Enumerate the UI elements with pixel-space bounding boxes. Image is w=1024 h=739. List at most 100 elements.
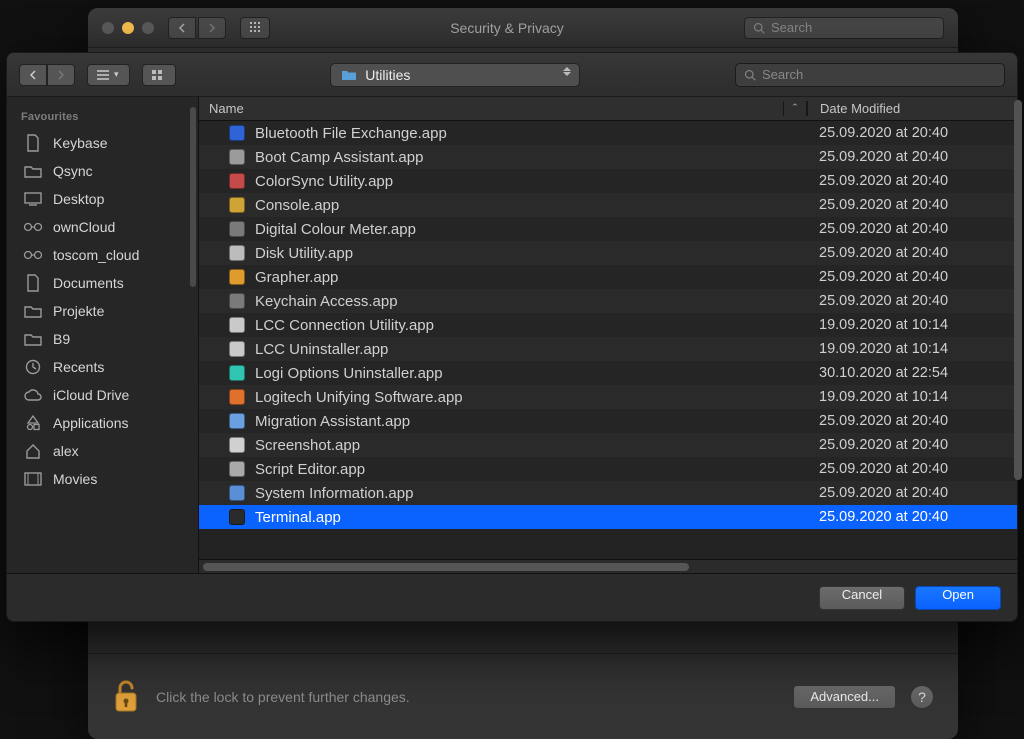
sidebar-item-label: Recents <box>53 359 104 375</box>
view-mode-select[interactable]: ▾ <box>87 64 130 86</box>
clock-icon <box>23 359 43 375</box>
app-icon <box>229 317 245 333</box>
file-row[interactable]: Keychain Access.app25.09.2020 at 20:40 <box>199 289 1017 313</box>
lock-open-icon[interactable] <box>112 679 140 715</box>
group-by-button[interactable] <box>142 64 176 86</box>
file-name: Migration Assistant.app <box>255 413 410 430</box>
sidebar-item-toscom-cloud[interactable]: toscom_cloud <box>17 241 196 269</box>
file-row[interactable]: Boot Camp Assistant.app25.09.2020 at 20:… <box>199 145 1017 169</box>
parent-titlebar: Security & Privacy Search <box>88 8 958 48</box>
open-button[interactable]: Open <box>915 586 1001 610</box>
sort-indicator[interactable]: ˆ <box>783 101 807 116</box>
file-row[interactable]: Screenshot.app25.09.2020 at 20:40 <box>199 433 1017 457</box>
file-date: 19.09.2020 at 10:14 <box>807 341 1017 357</box>
sidebar-item-movies[interactable]: Movies <box>17 465 196 493</box>
sidebar-item-documents[interactable]: Documents <box>17 269 196 297</box>
file-name: Grapher.app <box>255 269 338 286</box>
sidebar-item-label: Keybase <box>53 135 107 151</box>
movie-icon <box>23 471 43 487</box>
sidebar-item-owncloud[interactable]: ownCloud <box>17 213 196 241</box>
updown-caret-icon <box>563 67 571 76</box>
advanced-button[interactable]: Advanced... <box>793 685 896 709</box>
file-row[interactable]: Disk Utility.app25.09.2020 at 20:40 <box>199 241 1017 265</box>
page-scrollbar[interactable] <box>1014 100 1022 480</box>
file-row[interactable]: Digital Colour Meter.app 25.09.2020 at 20… <box>199 217 1017 241</box>
sidebar: Favourites KeybaseQsyncDesktopownCloudto… <box>7 97 199 573</box>
forward-button[interactable] <box>198 17 226 39</box>
file-row[interactable]: LCC Connection Utility.app19.09.2020 at … <box>199 313 1017 337</box>
sidebar-item-applications[interactable]: Applications <box>17 409 196 437</box>
location-label: Utilities <box>365 67 410 83</box>
file-row[interactable]: LCC Uninstaller.app19.09.2020 at 10:14 <box>199 337 1017 361</box>
back-button[interactable] <box>168 17 196 39</box>
file-name: Digital Colour Meter.app <box>255 221 416 238</box>
file-date: 25.09.2020 at 20:40 <box>807 293 1017 309</box>
grid-icon <box>151 69 167 81</box>
parent-window-title: Security & Privacy <box>278 20 736 36</box>
file-name: Logi Options Uninstaller.app <box>255 365 443 382</box>
file-row[interactable]: Script Editor.app25.09.2020 at 20:40 <box>199 457 1017 481</box>
file-name: System Information.app <box>255 485 413 502</box>
file-date: 25.09.2020 at 20:40 <box>807 125 1017 141</box>
sidebar-item-label: ownCloud <box>53 219 115 235</box>
show-all-prefs-button[interactable] <box>240 17 270 39</box>
file-date: 25.09.2020 at 20:40 <box>807 437 1017 453</box>
sidebar-item-qsync[interactable]: Qsync <box>17 157 196 185</box>
sidebar-item-label: Documents <box>53 275 124 291</box>
cancel-button[interactable]: Cancel <box>819 586 905 610</box>
sidebar-scrollbar[interactable] <box>190 107 196 287</box>
app-icon <box>229 293 245 309</box>
column-date-label: Date Modified <box>820 101 900 116</box>
dialog-search-placeholder: Search <box>762 67 803 82</box>
parent-search-field[interactable]: Search <box>744 17 944 39</box>
app-icon <box>229 197 245 213</box>
sidebar-item-recents[interactable]: Recents <box>17 353 196 381</box>
zoom-window-button[interactable] <box>142 22 154 34</box>
cloud-icon <box>23 387 43 403</box>
file-date: 25.09.2020 at 20:40 <box>807 221 1017 237</box>
dialog-search-field[interactable]: Search <box>735 63 1005 87</box>
close-window-button[interactable] <box>102 22 114 34</box>
file-row[interactable]: ColorSync Utility.app25.09.2020 at 20:40 <box>199 169 1017 193</box>
scrollbar-thumb[interactable] <box>203 563 689 571</box>
app-icon <box>229 365 245 381</box>
lock-hint-text: Click the lock to prevent further change… <box>156 689 410 705</box>
sidebar-item-keybase[interactable]: Keybase <box>17 129 196 157</box>
app-icon <box>229 461 245 477</box>
app-icon <box>229 173 245 189</box>
column-date-header[interactable]: Date Modified <box>807 101 1017 116</box>
location-popup[interactable]: Utilities <box>330 63 580 87</box>
sidebar-item-alex[interactable]: alex <box>17 437 196 465</box>
file-name: ColorSync Utility.app <box>255 173 393 190</box>
sidebar-item-label: Qsync <box>53 163 93 179</box>
file-name: Terminal.app <box>255 509 341 526</box>
minimize-window-button[interactable] <box>122 22 134 34</box>
file-name: Script Editor.app <box>255 461 365 478</box>
file-name: Bluetooth File Exchange.app <box>255 125 447 142</box>
folder-icon <box>23 303 43 319</box>
sidebar-item-b9[interactable]: B9 <box>17 325 196 353</box>
file-row[interactable]: Logitech Unifying Software.app19.09.2020… <box>199 385 1017 409</box>
sidebar-item-desktop[interactable]: Desktop <box>17 185 196 213</box>
column-name-header[interactable]: Name <box>199 101 783 116</box>
file-row[interactable]: Terminal.app25.09.2020 at 20:40 <box>199 505 1017 529</box>
sidebar-item-label: alex <box>53 443 79 459</box>
app-icon <box>229 149 245 165</box>
file-row[interactable]: Logi Options Uninstaller.app30.10.2020 a… <box>199 361 1017 385</box>
dialog-back-button[interactable] <box>19 64 47 86</box>
sidebar-item-label: Desktop <box>53 191 104 207</box>
dialog-forward-button[interactable] <box>47 64 75 86</box>
dialog-footer: Cancel Open <box>7 573 1017 621</box>
horizontal-scrollbar[interactable] <box>199 559 1017 573</box>
file-row[interactable]: Bluetooth File Exchange.app 25.09.2020 at… <box>199 121 1017 145</box>
file-row[interactable]: System Information.app 25.09.2020 at 20:4… <box>199 481 1017 505</box>
dialog-nav <box>19 64 75 86</box>
sidebar-item-icloud-drive[interactable]: iCloud Drive <box>17 381 196 409</box>
help-button[interactable]: ? <box>910 685 934 709</box>
file-row[interactable]: Grapher.app25.09.2020 at 20:40 <box>199 265 1017 289</box>
sidebar-item-projekte[interactable]: Projekte <box>17 297 196 325</box>
file-row[interactable]: Console.app25.09.2020 at 20:40 <box>199 193 1017 217</box>
app-icon <box>229 389 245 405</box>
file-date: 25.09.2020 at 20:40 <box>807 485 1017 501</box>
file-row[interactable]: Migration Assistant.app25.09.2020 at 20:… <box>199 409 1017 433</box>
